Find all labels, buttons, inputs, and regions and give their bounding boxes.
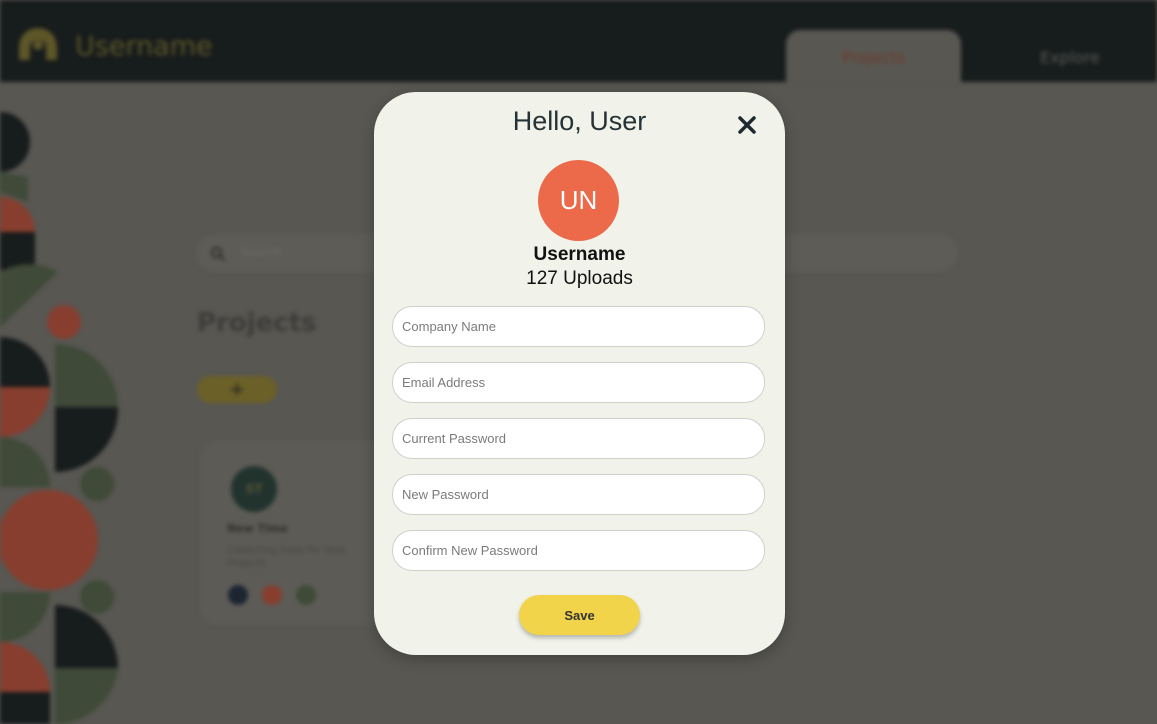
new-password-field[interactable] (392, 474, 765, 515)
tab-projects[interactable]: Projects (786, 30, 961, 85)
current-password-field[interactable] (392, 418, 765, 459)
decorative-shapes (0, 112, 119, 724)
profile-modal: Hello, User UN Username 127 Uploads Save (374, 92, 785, 655)
page: Username Projects Explore Search Project… (0, 0, 1157, 724)
projects-heading: Projects (197, 308, 317, 338)
card-title: New Time (227, 522, 288, 535)
status-dot-dark (228, 585, 248, 605)
modal-title: Hello, User (512, 106, 647, 136)
tab-explore[interactable]: Explore (1000, 30, 1140, 85)
uploads-count: 127 Uploads (526, 268, 633, 289)
card-avatar: ST (231, 466, 277, 512)
company-name-field[interactable] (392, 306, 765, 347)
status-dot-green (296, 585, 316, 605)
save-button[interactable]: Save (519, 595, 640, 635)
add-project-button[interactable]: + (197, 376, 277, 403)
avatar: UN (538, 160, 619, 241)
email-field[interactable] (392, 362, 765, 403)
status-dot-orange (262, 585, 282, 605)
search-placeholder: Search (240, 245, 282, 259)
confirm-password-field[interactable] (392, 530, 765, 571)
search-icon (211, 247, 226, 262)
user-avatar-icon[interactable] (15, 26, 61, 60)
username-label: Username (533, 244, 626, 265)
brand-name[interactable]: Username (75, 31, 213, 62)
close-icon[interactable] (734, 112, 760, 138)
card-description: Collecting Data for New Projects (227, 545, 346, 569)
app-header: Username Projects Explore (0, 0, 1157, 85)
